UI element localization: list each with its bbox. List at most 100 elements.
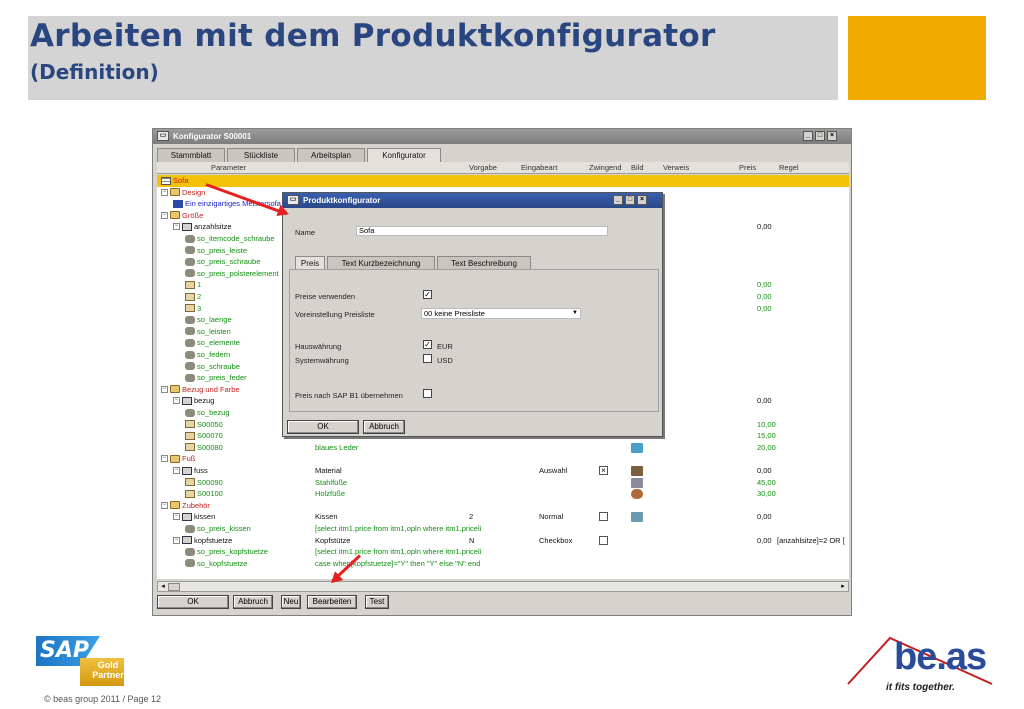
tree-node[interactable]: so_laenge: [185, 315, 232, 324]
col-verweis[interactable]: Verweis: [663, 163, 689, 172]
ok-button[interactable]: OK: [157, 595, 229, 609]
table-row[interactable]: − Fuß: [157, 453, 849, 465]
tree-node[interactable]: so_preis_feder: [185, 373, 247, 382]
dialog-minimize-icon[interactable]: _: [613, 195, 623, 205]
tree-node[interactable]: so_preis_schraube: [185, 257, 260, 266]
accent-square: [848, 16, 986, 100]
collapse-icon[interactable]: −: [161, 455, 168, 463]
table-row[interactable]: so_preis_kopfstuetze [select itm1.price f…: [157, 546, 849, 558]
tree-node[interactable]: − kissen: [173, 512, 215, 521]
tree-node[interactable]: so_preis_kissen: [185, 524, 251, 533]
tree-node[interactable]: so_itemcode_schraube: [185, 234, 275, 243]
collapse-icon[interactable]: −: [173, 536, 180, 544]
preisliste-select[interactable]: 00 keine Preisliste ▼: [421, 308, 581, 319]
horizontal-scrollbar[interactable]: ◂ ▸: [157, 581, 849, 592]
collapse-icon[interactable]: −: [173, 223, 180, 231]
hauswaehrung-checkbox[interactable]: ✓: [423, 340, 432, 349]
dialog-close-icon[interactable]: ×: [637, 195, 647, 205]
tree-node[interactable]: Sofa: [161, 176, 188, 185]
table-row[interactable]: S00080 blaues Leder 20,00: [157, 442, 849, 454]
abbruch-button[interactable]: Abbruch: [233, 595, 273, 609]
tree-node[interactable]: − kopfstuetze: [173, 536, 232, 545]
tree-node[interactable]: S00080: [185, 443, 223, 452]
tab-arbeitsplan[interactable]: Arbeitsplan: [297, 148, 365, 162]
table-row[interactable]: − Zubehör: [157, 500, 849, 512]
tab-text-beschreibung[interactable]: Text Beschreibung: [437, 256, 531, 270]
neu-button[interactable]: Neu: [281, 595, 301, 609]
tab-stammblatt[interactable]: Stammblatt: [157, 148, 225, 162]
zwingend-checkbox[interactable]: [599, 535, 608, 545]
row-vorgabe: Kopfstütze: [315, 535, 351, 545]
zwingend-checkbox[interactable]: ×: [599, 466, 608, 475]
tree-node[interactable]: 1: [185, 280, 201, 289]
col-parameter[interactable]: Parameter: [211, 163, 246, 172]
col-eingabeart[interactable]: Eingabeart: [521, 163, 557, 172]
tree-node[interactable]: − Fuß: [161, 454, 195, 463]
collapse-icon[interactable]: −: [173, 513, 180, 521]
tab-stueckliste[interactable]: Stückliste: [227, 148, 295, 162]
tree-node[interactable]: − anzahlsitze: [173, 222, 232, 231]
tree-node[interactable]: S00070: [185, 431, 223, 440]
tree-node[interactable]: − fuss: [173, 466, 208, 475]
tab-preis[interactable]: Preis: [295, 256, 325, 270]
tree-node[interactable]: S00050: [185, 420, 223, 429]
table-row[interactable]: − fuss Material Auswahl 0,00 ×: [157, 465, 849, 477]
tree-node[interactable]: S00100: [185, 489, 223, 498]
tree-node[interactable]: − Größe: [161, 211, 203, 220]
col-zwingend[interactable]: Zwingend: [589, 163, 622, 172]
collapse-icon[interactable]: −: [173, 467, 180, 474]
tree-node[interactable]: so_preis_leiste: [185, 246, 247, 255]
preise-verwenden-checkbox[interactable]: ✓: [423, 290, 432, 299]
zwingend-checkbox[interactable]: [599, 512, 608, 522]
tree-node[interactable]: so_elemente: [185, 338, 240, 347]
table-row[interactable]: − kissen Kissen 2 Normal 0,00: [157, 511, 849, 523]
dialog-maximize-icon[interactable]: □: [625, 195, 635, 205]
col-vorgabe[interactable]: Vorgabe: [469, 163, 497, 172]
tree-node[interactable]: 3: [185, 304, 201, 313]
tree-node[interactable]: − Bezug und Farbe: [161, 385, 240, 394]
collapse-icon[interactable]: −: [161, 501, 168, 509]
tree-node[interactable]: S00090: [185, 478, 223, 487]
tree-node[interactable]: − Zubehör: [161, 501, 210, 510]
scroll-thumb[interactable]: [168, 583, 180, 591]
dialog-ok-button[interactable]: OK: [287, 420, 359, 434]
col-bild[interactable]: Bild: [631, 163, 644, 172]
collapse-icon[interactable]: −: [161, 211, 168, 219]
collapse-icon[interactable]: −: [161, 188, 168, 196]
col-preis[interactable]: Preis: [739, 163, 756, 172]
tree-node[interactable]: so_federn: [185, 350, 230, 359]
collapse-icon[interactable]: −: [161, 385, 168, 393]
dialog-abbruch-button[interactable]: Abbruch: [363, 420, 405, 434]
test-button[interactable]: Test: [365, 595, 389, 609]
table-row[interactable]: Sofa: [157, 175, 849, 187]
tree-node[interactable]: so_bezug: [185, 408, 230, 417]
tree-node[interactable]: so_leisten: [185, 327, 231, 336]
bearbeiten-button[interactable]: Bearbeiten: [307, 595, 357, 609]
tab-konfigurator[interactable]: Konfigurator: [367, 148, 441, 162]
table-row[interactable]: so_preis_kissen [select itm1.price from i…: [157, 523, 849, 535]
close-icon[interactable]: ×: [827, 131, 837, 141]
systemwaehrung-checkbox[interactable]: [423, 354, 432, 363]
tree-node[interactable]: − bezug: [173, 396, 214, 405]
table-row[interactable]: S00090 Stahlfüße 45,00: [157, 477, 849, 489]
sap-uebernahme-checkbox[interactable]: [423, 389, 432, 398]
table-row[interactable]: S00100 Holzfüße 30,00: [157, 488, 849, 500]
maximize-icon[interactable]: □: [815, 131, 825, 141]
chevron-down-icon[interactable]: ▼: [572, 309, 578, 318]
table-row[interactable]: so_kopfstuetze case when[kopfstuetze]="Y"…: [157, 558, 849, 570]
tree-node[interactable]: so_kopfstuetze: [185, 559, 247, 568]
tree-node[interactable]: so_schraube: [185, 362, 240, 371]
tree-node[interactable]: so_preis_kopfstuetze: [185, 547, 268, 556]
tree-node[interactable]: so_preis_polsterelement: [185, 269, 279, 278]
tree-node[interactable]: − Design: [161, 188, 205, 197]
tab-text-kurzbezeichnung[interactable]: Text Kurzbezeichnung: [327, 256, 435, 270]
scroll-right-icon[interactable]: ▸: [838, 582, 848, 591]
table-row[interactable]: − kopfstuetze Kopfstütze N Checkbox 0,00 [anza…: [157, 535, 849, 547]
tree-node[interactable]: 2: [185, 292, 201, 301]
name-field[interactable]: Sofa: [356, 226, 608, 236]
minimize-icon[interactable]: _: [803, 131, 813, 141]
col-regel[interactable]: Regel: [779, 163, 799, 172]
row-preis: 45,00: [757, 477, 776, 487]
scroll-left-icon[interactable]: ◂: [158, 582, 168, 591]
collapse-icon[interactable]: −: [173, 397, 180, 405]
